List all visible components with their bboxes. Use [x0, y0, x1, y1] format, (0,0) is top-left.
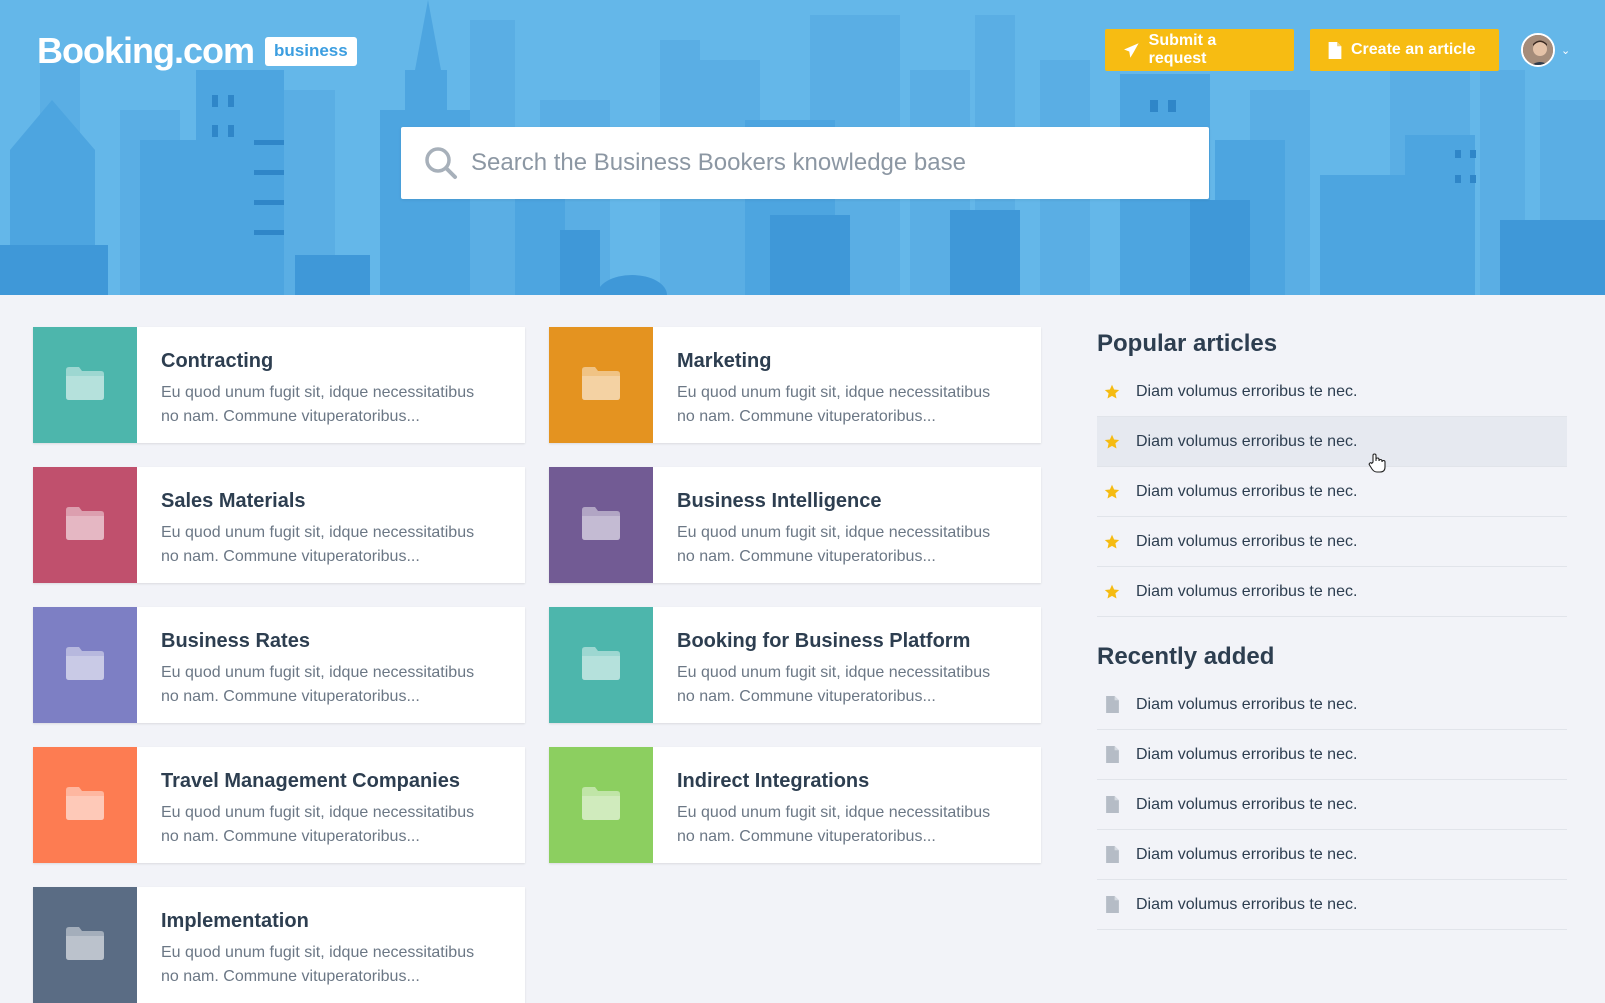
recent-article-item[interactable]: Diam volumus erroribus te nec. — [1097, 880, 1567, 930]
category-card[interactable]: Booking for Business Platform Eu quod unu… — [549, 607, 1041, 723]
category-tile — [33, 467, 137, 583]
document-icon — [1104, 896, 1120, 913]
user-menu[interactable]: ⌄ — [1521, 33, 1570, 67]
recent-article-item[interactable]: Diam volumus erroribus te nec. — [1097, 830, 1567, 880]
search-icon — [425, 147, 457, 179]
popular-articles-list: Diam volumus erroribus te nec. Diam volum… — [1097, 367, 1567, 617]
category-tile — [33, 327, 137, 443]
popular-articles-heading: Popular articles — [1097, 330, 1278, 357]
category-card[interactable]: Marketing Eu quod unum fugit sit, idque n… — [549, 327, 1041, 443]
hand-cursor-icon — [1368, 453, 1386, 473]
category-tile — [549, 607, 653, 723]
category-description: Eu quod unum fugit sit, idque necessitat… — [161, 524, 475, 565]
create-article-label: Create an article — [1351, 41, 1476, 58]
document-icon — [1328, 41, 1342, 59]
star-icon — [1104, 584, 1120, 600]
category-card[interactable]: Indirect Integrations Eu quod unum fugit … — [549, 747, 1041, 863]
category-description: Eu quod unum fugit sit, idque necessitat… — [161, 384, 475, 425]
sidebar: Popular articles Diam volumus erroribus … — [1097, 326, 1567, 956]
folder-icon — [582, 366, 620, 405]
folder-icon — [66, 646, 104, 685]
category-title: Travel Management Companies — [161, 770, 460, 792]
folder-icon — [66, 366, 104, 405]
category-card[interactable]: Sales Materials Eu quod unum fugit sit, i… — [33, 467, 525, 583]
folder-icon — [582, 646, 620, 685]
category-description: Eu quod unum fugit sit, idque necessitat… — [677, 524, 991, 565]
folder-icon — [66, 506, 104, 545]
category-description: Eu quod unum fugit sit, idque necessitat… — [677, 384, 991, 425]
category-description: Eu quod unum fugit sit, idque necessitat… — [161, 944, 475, 985]
recent-article-item[interactable]: Diam volumus erroribus te nec. — [1097, 780, 1567, 830]
article-link-text: Diam volumus erroribus te nec. — [1136, 482, 1358, 500]
category-description: Eu quod unum fugit sit, idque necessitat… — [161, 664, 475, 705]
category-tile — [549, 467, 653, 583]
document-icon — [1104, 846, 1120, 863]
category-card[interactable]: Travel Management Companies Eu quod unum … — [33, 747, 525, 863]
star-icon — [1104, 484, 1120, 500]
category-title: Marketing — [677, 350, 772, 372]
category-tile — [33, 887, 137, 1003]
search-bar[interactable] — [401, 127, 1209, 199]
search-input[interactable] — [471, 149, 1171, 177]
recent-article-item[interactable]: Diam volumus erroribus te nec. — [1097, 730, 1567, 780]
category-title: Business Rates — [161, 630, 310, 652]
article-link-text: Diam volumus erroribus te nec. — [1136, 432, 1358, 450]
popular-article-item[interactable]: Diam volumus erroribus te nec. — [1097, 367, 1567, 417]
submit-request-button[interactable]: Submit a request — [1105, 29, 1294, 71]
article-link-text: Diam volumus erroribus te nec. — [1136, 695, 1358, 713]
category-tile — [33, 607, 137, 723]
category-title: Indirect Integrations — [677, 770, 870, 792]
chevron-down-icon: ⌄ — [1561, 44, 1571, 57]
popular-article-item[interactable]: Diam volumus erroribus te nec. — [1097, 567, 1567, 617]
category-title: Sales Materials — [161, 490, 306, 512]
hero-banner: Booking.com business Submit a request Cr… — [0, 0, 1605, 295]
folder-icon — [582, 786, 620, 825]
star-icon — [1104, 534, 1120, 550]
folder-icon — [66, 786, 104, 825]
star-icon — [1104, 384, 1120, 400]
avatar — [1521, 33, 1555, 67]
submit-request-label: Submit a request — [1148, 32, 1217, 67]
category-card[interactable]: Business Intelligence Eu quod unum fugit … — [549, 467, 1041, 583]
category-title: Business Intelligence — [677, 490, 882, 512]
category-card[interactable]: Contracting Eu quod unum fugit sit, idque… — [33, 327, 525, 443]
category-title: Implementation — [161, 910, 309, 932]
category-description: Eu quod unum fugit sit, idque necessitat… — [161, 804, 475, 845]
article-link-text: Diam volumus erroribus te nec. — [1136, 745, 1358, 763]
article-link-text: Diam volumus erroribus te nec. — [1136, 845, 1358, 863]
paper-plane-icon — [1124, 42, 1139, 58]
category-title: Contracting — [161, 350, 274, 372]
recently-added-list: Diam volumus erroribus te nec. Diam volum… — [1097, 680, 1567, 930]
category-tile — [549, 747, 653, 863]
category-description: Eu quod unum fugit sit, idque necessitat… — [677, 664, 991, 705]
category-grid: Contracting Eu quod unum fugit sit, idque… — [33, 327, 1042, 1003]
popular-article-item[interactable]: Diam volumus erroribus te nec. — [1097, 517, 1567, 567]
popular-article-item[interactable]: Diam volumus erroribus te nec. — [1097, 467, 1567, 517]
popular-article-item[interactable]: Diam volumus erroribus te nec. — [1097, 417, 1567, 467]
category-description: Eu quod unum fugit sit, idque necessitat… — [677, 804, 991, 845]
category-card[interactable]: Implementation Eu quod unum fugit sit, id… — [33, 887, 525, 1003]
document-icon — [1104, 746, 1120, 763]
article-link-text: Diam volumus erroribus te nec. — [1136, 532, 1358, 550]
star-icon — [1104, 434, 1120, 450]
article-link-text: Diam volumus erroribus te nec. — [1136, 895, 1358, 913]
document-icon — [1104, 696, 1120, 713]
category-card[interactable]: Business Rates Eu quod unum fugit sit, id… — [33, 607, 525, 723]
article-link-text: Diam volumus erroribus te nec. — [1136, 382, 1358, 400]
logo-text: Booking.com — [37, 30, 255, 71]
category-tile — [549, 327, 653, 443]
article-link-text: Diam volumus erroribus te nec. — [1136, 795, 1358, 813]
folder-icon — [66, 926, 104, 965]
category-tile — [33, 747, 137, 863]
document-icon — [1104, 796, 1120, 813]
booking-business-logo[interactable]: Booking.com business — [37, 30, 357, 72]
article-link-text: Diam volumus erroribus te nec. — [1136, 582, 1358, 600]
recently-added-heading: Recently added — [1097, 643, 1275, 670]
folder-icon — [582, 506, 620, 545]
recent-article-item[interactable]: Diam volumus erroribus te nec. — [1097, 680, 1567, 730]
category-title: Booking for Business Platform — [677, 630, 971, 652]
logo-badge: business — [265, 36, 357, 66]
create-article-button[interactable]: Create an article — [1310, 29, 1499, 71]
